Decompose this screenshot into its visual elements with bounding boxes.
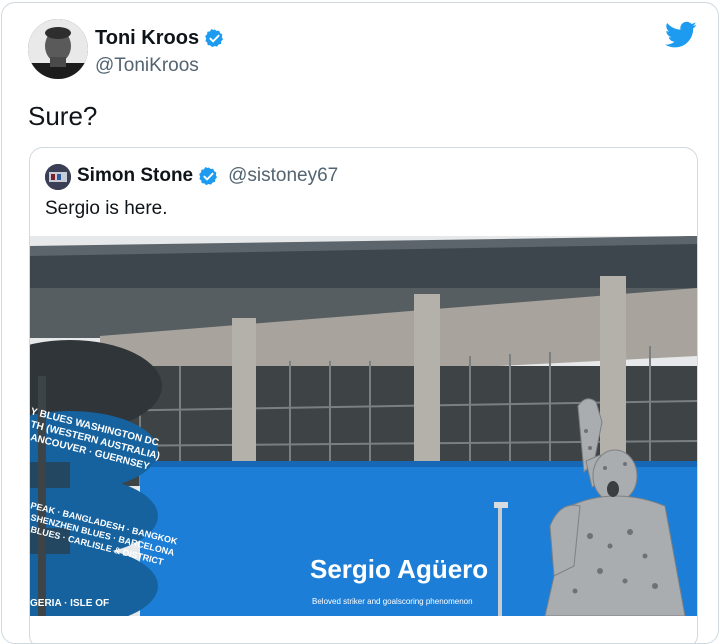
avatar[interactable] [28,19,88,79]
quoted-author-handle[interactable]: @sistoney67 [228,165,338,187]
banner-title: Sergio Agüero [310,554,488,584]
quoted-author-avatar[interactable] [45,164,71,190]
avatar-image [28,19,88,79]
quoted-tweet-text: Sergio is here. [45,198,168,219]
quoted-avatar-image [45,164,71,190]
author-handle[interactable]: @ToniKroos [95,55,199,77]
tweet-card[interactable]: Toni Kroos @ToniKroos Sure? Simon Stone [1,2,719,644]
quoted-tweet-card[interactable]: Simon Stone @sistoney67 Sergio is here. [29,147,698,643]
author-name-row: Toni Kroos [95,27,225,50]
author-display-name[interactable]: Toni Kroos [95,27,199,50]
stadium-statue-photo: Y BLUES WASHINGTON DC TH (WESTERN AUSTRA… [30,236,697,616]
verified-badge-icon [204,28,225,49]
ring-text-7: GERIA · ISLE OF [30,598,109,609]
banner-subtitle: Beloved striker and goalscoring phenomen… [312,597,473,606]
tweet-text: Sure? [28,101,98,131]
verified-badge-icon [198,166,219,187]
twitter-bird-icon[interactable] [665,21,697,49]
quoted-author-name[interactable]: Simon Stone [77,165,193,187]
quoted-tweet-photo[interactable]: Y BLUES WASHINGTON DC TH (WESTERN AUSTRA… [30,236,697,616]
quoted-author-row: Simon Stone @sistoney67 [77,165,338,187]
